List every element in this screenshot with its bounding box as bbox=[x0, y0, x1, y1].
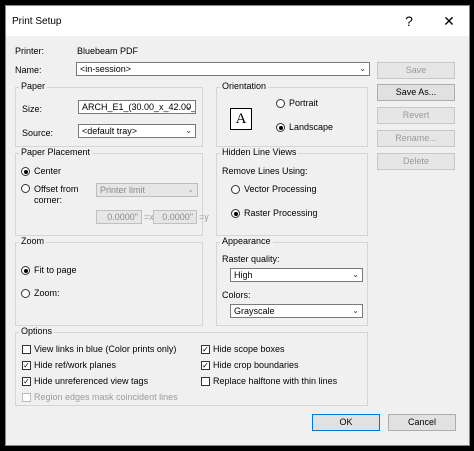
options-group: Options View links in blue (Color prints… bbox=[15, 326, 368, 406]
hidden-line-group-title: Hidden Line Views bbox=[220, 147, 299, 157]
rename-button[interactable]: Rename... bbox=[377, 130, 455, 147]
size-label: Size: bbox=[22, 104, 43, 114]
printer-value: Bluebeam PDF bbox=[77, 46, 139, 56]
paper-placement-group: Paper Placement Center Offset from corne… bbox=[15, 147, 209, 236]
hide-scope-boxes-label: Hide scope boxes bbox=[213, 344, 285, 354]
orientation-preview-icon: A bbox=[230, 108, 252, 130]
appearance-group-title: Appearance bbox=[220, 236, 273, 246]
chevron-down-icon: ⌄ bbox=[185, 102, 192, 111]
chevron-down-icon: ⌄ bbox=[185, 126, 192, 135]
appearance-group: Appearance Raster quality: High ⌄ Colors… bbox=[216, 236, 368, 326]
hide-unreferenced-tags-label: Hide unreferenced view tags bbox=[34, 376, 149, 386]
landscape-radio[interactable] bbox=[276, 123, 285, 132]
colors-label: Colors: bbox=[222, 290, 251, 300]
source-label: Source: bbox=[22, 128, 54, 138]
view-links-blue-label: View links in blue (Color prints only) bbox=[34, 344, 177, 354]
view-links-blue-checkbox[interactable] bbox=[22, 345, 31, 354]
name-label: Name: bbox=[15, 65, 42, 75]
offset-label-line2: corner: bbox=[34, 195, 63, 205]
offset-select[interactable]: Printer limit ⌄ bbox=[96, 183, 198, 197]
offset-label: Offset from bbox=[34, 184, 79, 194]
hide-ref-planes-checkbox[interactable]: ✓ bbox=[22, 361, 31, 370]
portrait-radio[interactable] bbox=[276, 99, 285, 108]
orientation-group: Orientation A Portrait Landscape bbox=[216, 81, 368, 147]
ok-button[interactable]: OK bbox=[312, 414, 380, 431]
vector-processing-label: Vector Processing bbox=[244, 184, 317, 194]
cancel-button[interactable]: Cancel bbox=[388, 414, 456, 431]
center-label: Center bbox=[34, 166, 62, 176]
revert-button[interactable]: Revert bbox=[377, 107, 455, 124]
hide-scope-boxes-checkbox[interactable]: ✓ bbox=[201, 345, 210, 354]
name-select-value: <in-session> bbox=[80, 64, 132, 74]
vector-processing-radio[interactable] bbox=[231, 185, 240, 194]
offset-x-input[interactable]: 0.0000" bbox=[96, 210, 142, 224]
close-button[interactable]: ✕ bbox=[434, 10, 464, 32]
zoom-label: Zoom: bbox=[34, 288, 60, 298]
offset-y-input[interactable]: 0.0000" bbox=[153, 210, 197, 224]
window-title: Print Setup bbox=[12, 16, 62, 27]
orientation-group-title: Orientation bbox=[220, 81, 269, 91]
region-edges-checkbox[interactable] bbox=[22, 393, 31, 402]
size-select[interactable]: ARCH_E1_(30.00_x_42.00_ ⌄ bbox=[78, 100, 196, 114]
fit-to-page-radio[interactable] bbox=[21, 266, 30, 275]
delete-button[interactable]: Delete bbox=[377, 153, 455, 170]
paper-group-title: Paper bbox=[19, 81, 48, 91]
hide-crop-boundaries-checkbox[interactable]: ✓ bbox=[201, 361, 210, 370]
y-suffix-label: =y bbox=[199, 212, 209, 222]
save-button[interactable]: Save bbox=[377, 62, 455, 79]
help-button[interactable]: ? bbox=[394, 10, 424, 32]
zoom-group: Zoom Fit to page Zoom: bbox=[15, 236, 203, 326]
colors-select[interactable]: Grayscale ⌄ bbox=[230, 304, 363, 318]
paper-group: Paper Size: ARCH_E1_(30.00_x_42.00_ ⌄ So… bbox=[15, 81, 203, 147]
raster-quality-value: High bbox=[234, 270, 253, 280]
printer-label: Printer: bbox=[15, 46, 45, 56]
title-bar: Print Setup ? ✕ bbox=[6, 6, 469, 36]
remove-lines-label: Remove Lines Using: bbox=[222, 166, 308, 176]
paper-placement-group-title: Paper Placement bbox=[19, 147, 93, 157]
offset-select-value: Printer limit bbox=[100, 185, 146, 195]
landscape-label: Landscape bbox=[289, 122, 334, 132]
center-radio[interactable] bbox=[21, 167, 30, 176]
portrait-label: Portrait bbox=[289, 98, 319, 108]
raster-quality-label: Raster quality: bbox=[222, 254, 280, 264]
size-select-value: ARCH_E1_(30.00_x_42.00_ bbox=[82, 102, 196, 112]
colors-value: Grayscale bbox=[234, 306, 275, 316]
chevron-down-icon: ⌄ bbox=[352, 306, 359, 315]
save-as-button[interactable]: Save As... bbox=[377, 84, 455, 101]
source-select[interactable]: <default tray> ⌄ bbox=[78, 124, 196, 138]
raster-processing-label: Raster Processing bbox=[244, 208, 318, 218]
print-setup-dialog: Print Setup ? ✕ Printer: Bluebeam PDF Na… bbox=[5, 5, 470, 446]
hidden-line-group: Hidden Line Views Remove Lines Using: Ve… bbox=[216, 147, 368, 236]
offset-radio[interactable] bbox=[21, 184, 30, 193]
raster-quality-select[interactable]: High ⌄ bbox=[230, 268, 363, 282]
chevron-down-icon: ⌄ bbox=[359, 64, 366, 73]
zoom-group-title: Zoom bbox=[19, 236, 47, 246]
replace-halftone-checkbox[interactable] bbox=[201, 377, 210, 386]
chevron-down-icon: ⌄ bbox=[187, 185, 194, 194]
chevron-down-icon: ⌄ bbox=[352, 270, 359, 279]
source-select-value: <default tray> bbox=[82, 126, 138, 136]
name-select[interactable]: <in-session> ⌄ bbox=[76, 62, 370, 76]
replace-halftone-label: Replace halftone with thin lines bbox=[213, 376, 338, 386]
hide-ref-planes-label: Hide ref/work planes bbox=[34, 360, 117, 370]
options-group-title: Options bbox=[19, 326, 55, 336]
region-edges-label: Region edges mask coincident lines bbox=[34, 392, 178, 402]
fit-to-page-label: Fit to page bbox=[34, 265, 77, 275]
zoom-radio[interactable] bbox=[21, 289, 30, 298]
raster-processing-radio[interactable] bbox=[231, 209, 240, 218]
hide-crop-boundaries-label: Hide crop boundaries bbox=[213, 360, 299, 370]
hide-unreferenced-tags-checkbox[interactable]: ✓ bbox=[22, 377, 31, 386]
